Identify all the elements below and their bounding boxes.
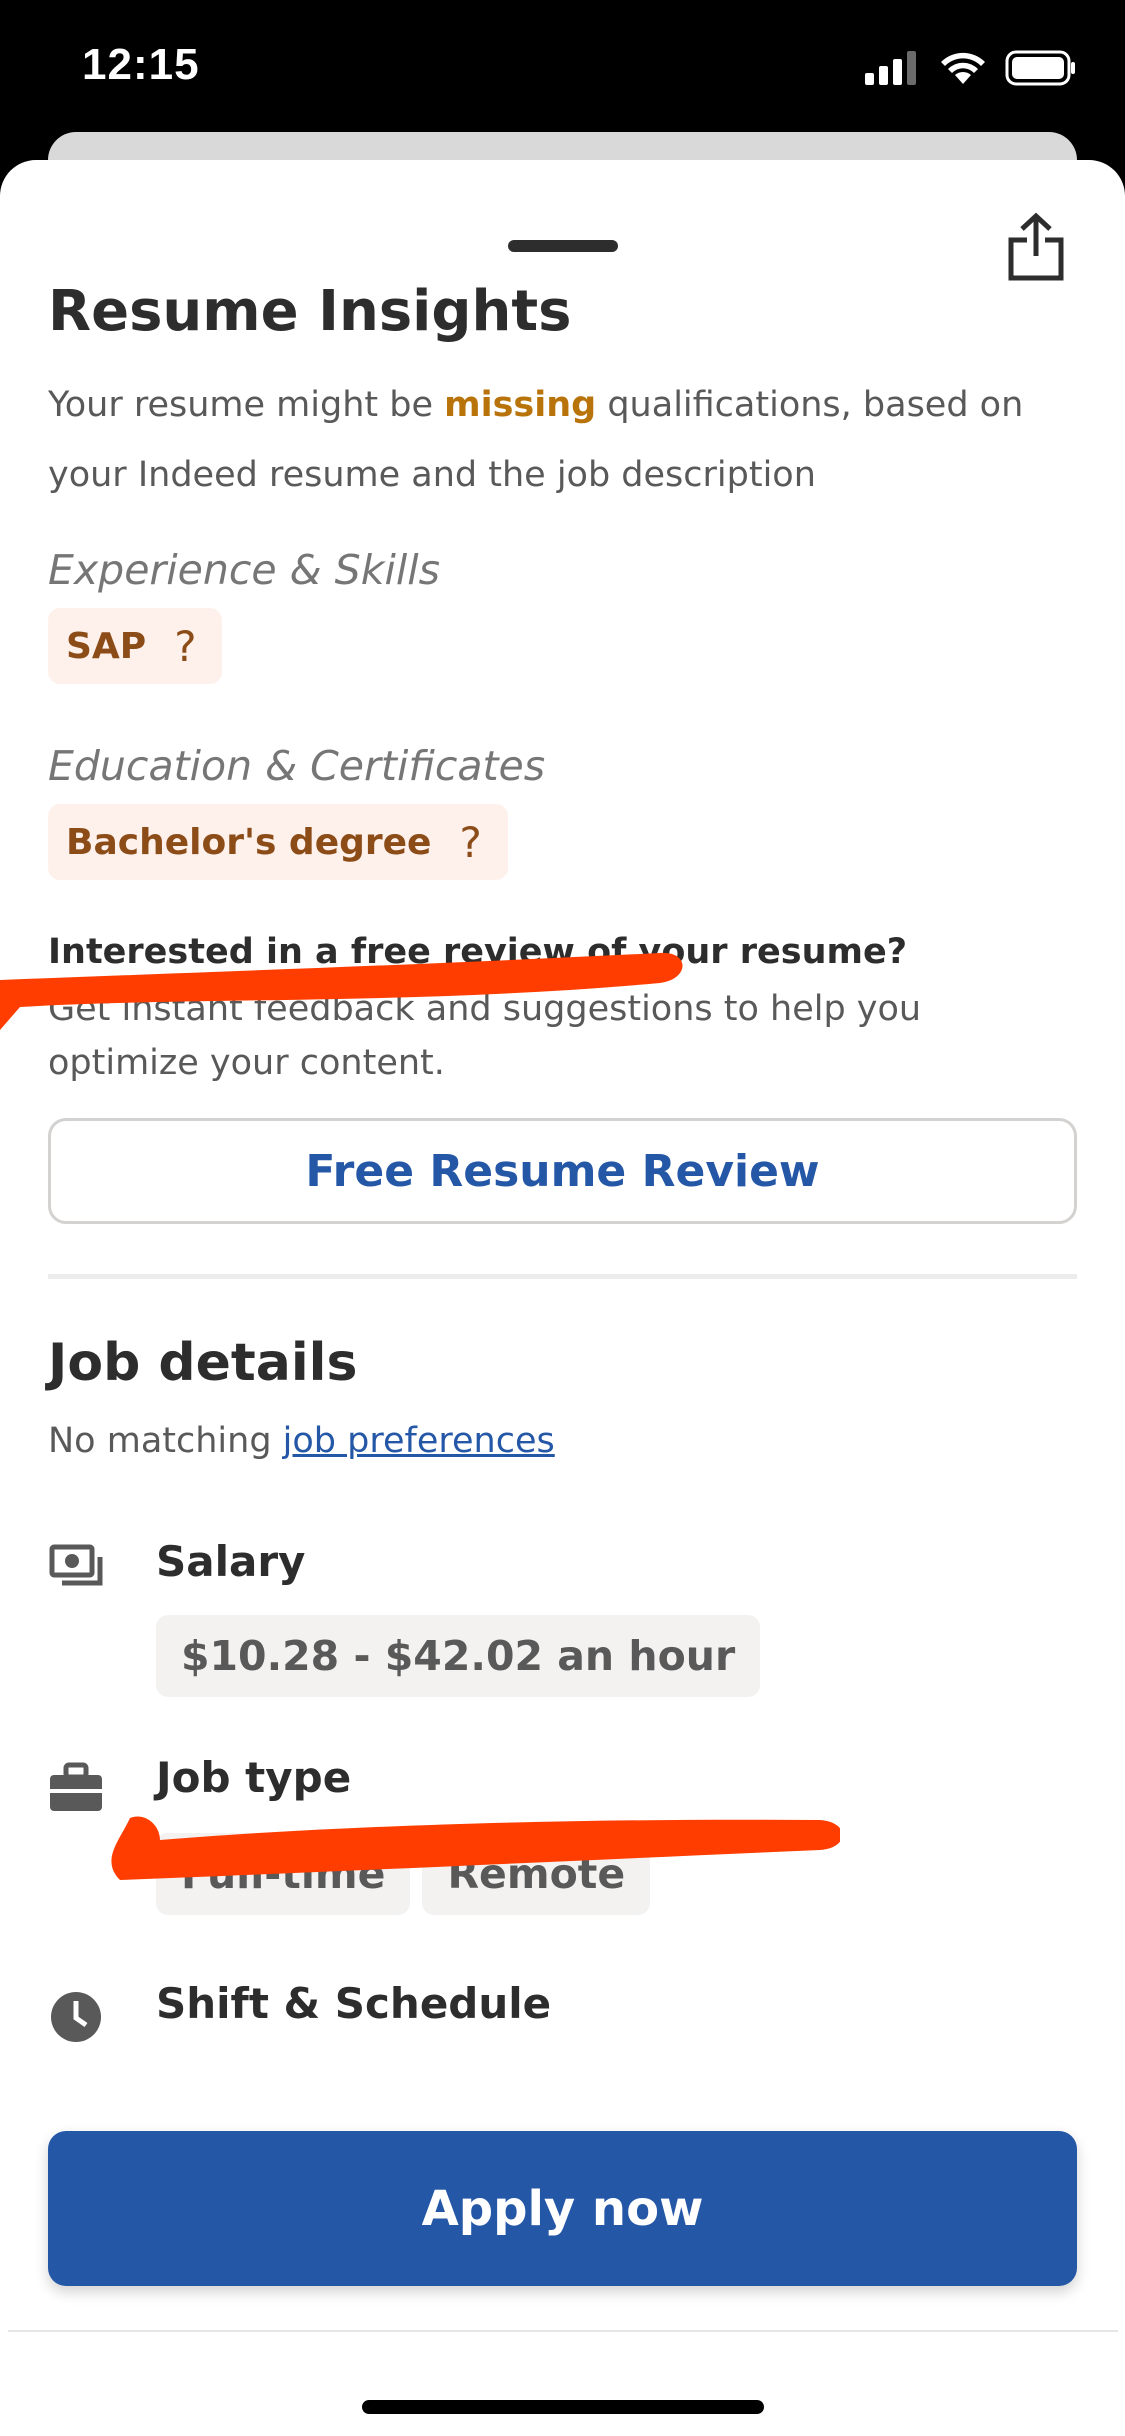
bottom-divider	[8, 2330, 1118, 2332]
signal-icon	[865, 51, 916, 85]
salary-chip: $10.28 - $42.02 an hour	[156, 1615, 761, 1697]
review-title: Interested in a free review of your resu…	[48, 932, 908, 972]
status-icons	[865, 50, 1077, 86]
free-resume-review-button[interactable]: Free Resume Review	[48, 1118, 1077, 1224]
help-icon[interactable]: ?	[174, 622, 196, 671]
apply-now-button[interactable]: Apply now	[48, 2131, 1077, 2286]
job-details-title: Job details	[48, 1333, 358, 1393]
resume-insights-title: Resume Insights	[48, 279, 572, 344]
share-icon[interactable]	[1005, 212, 1067, 282]
help-icon[interactable]: ?	[459, 818, 481, 867]
status-time: 12:15	[82, 40, 200, 89]
chip-label: SAP	[66, 625, 147, 667]
skill-chip-sap[interactable]: SAP ?	[48, 608, 223, 684]
education-chip-bachelors[interactable]: Bachelor's degree ?	[48, 804, 508, 880]
shift-label: Shift & Schedule	[156, 1979, 552, 2028]
salary-chips: $10.28 - $42.02 an hour	[156, 1615, 772, 1697]
sheet-content: Resume Insights Your resume might be mis…	[48, 284, 1077, 2061]
status-bar: 12:15	[0, 0, 1125, 140]
job-type-chip-full-time: Full-time	[156, 1833, 411, 1915]
wifi-icon	[941, 52, 985, 84]
education-label: Education & Certificates	[48, 742, 546, 790]
sheet-grabber[interactable]	[508, 240, 618, 252]
job-type-chip-remote: Remote	[422, 1833, 651, 1915]
battery-icon	[1005, 50, 1075, 86]
home-indicator[interactable]	[362, 2400, 764, 2414]
salary-label: Salary	[156, 1537, 306, 1586]
experience-label: Experience & Skills	[48, 546, 440, 594]
resume-insights-intro: Your resume might be missing qualificati…	[48, 370, 1077, 510]
job-sheet[interactable]: Resume Insights Your resume might be mis…	[0, 160, 1125, 2436]
prefs-prefix: No matching	[48, 1421, 283, 1461]
review-description: Get instant feedback and suggestions to …	[48, 989, 922, 1083]
job-type-chips: Full-time Remote	[156, 1833, 662, 1915]
job-preferences-line: No matching job preferences	[48, 1421, 1077, 1461]
job-preferences-link[interactable]: job preferences	[283, 1421, 555, 1461]
intro-highlight: missing	[444, 385, 597, 425]
section-divider	[48, 1274, 1077, 1279]
clock-icon	[51, 1992, 101, 2042]
job-type-label: Job type	[156, 1753, 352, 1802]
intro-before: Your resume might be	[48, 385, 445, 425]
chip-label: Bachelor's degree	[66, 821, 432, 863]
briefcase-icon	[50, 1762, 102, 1811]
money-icon	[49, 1544, 103, 1586]
